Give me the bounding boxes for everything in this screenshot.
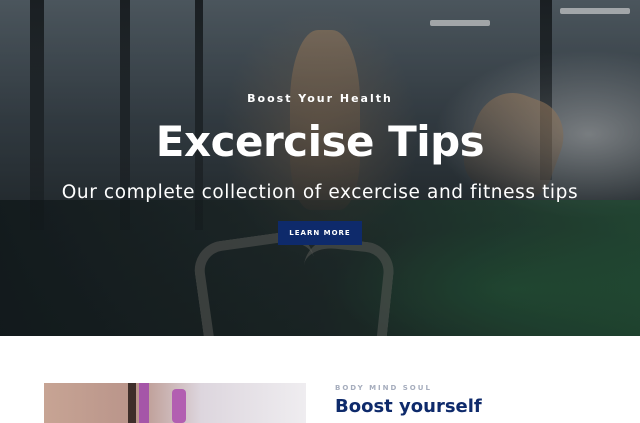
hero-title: Excercise Tips xyxy=(155,117,485,166)
feature-title: Boost yourself xyxy=(335,396,482,417)
hero-subtitle: Our complete collection of excercise and… xyxy=(61,182,579,203)
hero-eyebrow: Boost Your Health xyxy=(247,92,393,105)
feature-image-detail xyxy=(139,383,149,423)
hero-content: Boost Your Health Excercise Tips Our com… xyxy=(0,0,640,336)
learn-more-button[interactable]: LEARN MORE xyxy=(278,221,362,245)
feature-image xyxy=(44,383,306,423)
feature-kicker: BODY MIND SOUL xyxy=(335,384,432,392)
hero-section: Boost Your Health Excercise Tips Our com… xyxy=(0,0,640,336)
feature-section: BODY MIND SOUL Boost yourself xyxy=(0,336,640,423)
feature-image-detail xyxy=(128,383,136,423)
feature-image-detail xyxy=(172,389,186,423)
